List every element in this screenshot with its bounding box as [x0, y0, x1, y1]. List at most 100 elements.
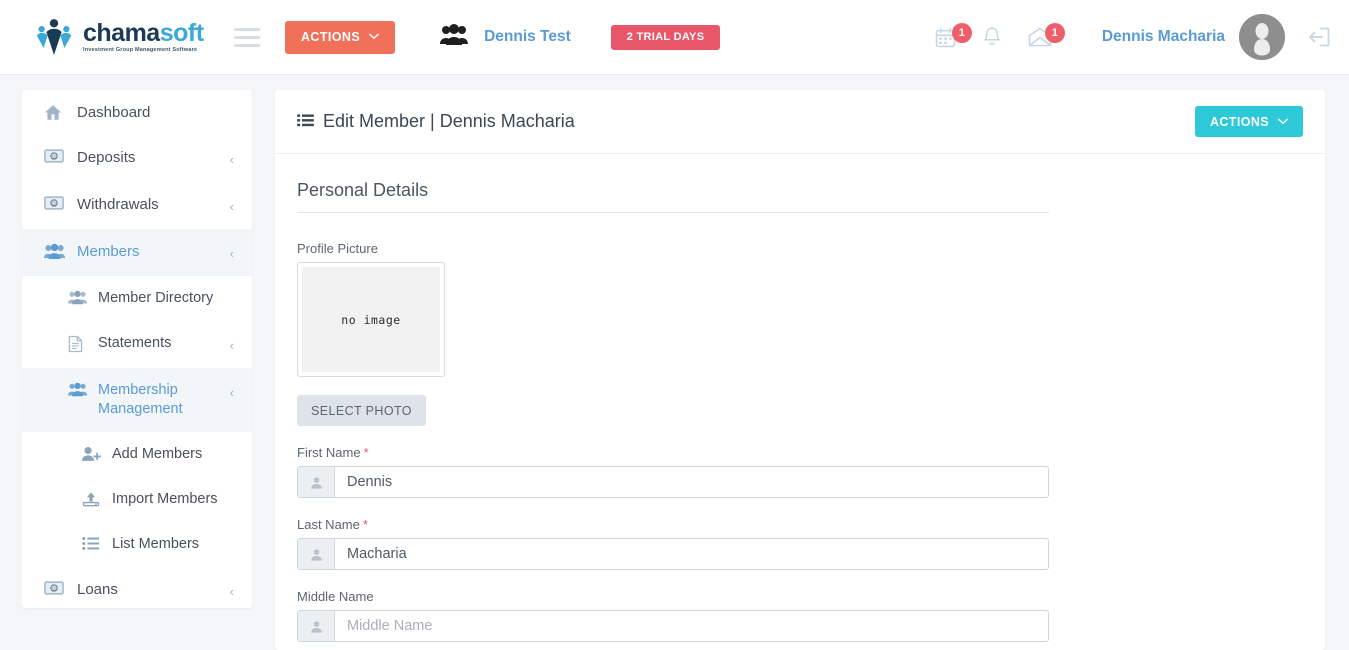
hamburger-bar [234, 27, 260, 31]
first-name-input[interactable] [334, 466, 1049, 498]
sidebar-item-loans[interactable]: 0 Loans ‹ [22, 567, 252, 608]
header-right-tools: 1 1 Dennis Macharia [909, 14, 1331, 60]
chevron-down-icon [1278, 117, 1288, 127]
main-content-panel: Edit Member | Dennis Macharia ACTIONS Pe… [275, 90, 1325, 650]
select-photo-button[interactable]: SELECT PHOTO [297, 395, 426, 426]
field-group-first-name: First Name * [297, 445, 1325, 498]
chamasoft-logo-icon [32, 15, 76, 59]
user-icon [297, 466, 334, 498]
current-group[interactable]: Dennis Test [440, 23, 571, 51]
users-icon [68, 290, 88, 305]
svg-text:0: 0 [52, 587, 56, 593]
last-name-label-text: Last Name [297, 517, 360, 532]
hamburger-bar [234, 35, 260, 39]
chevron-left-icon: ‹ [229, 385, 234, 400]
user-add-icon [82, 446, 102, 462]
sidebar-item-label: Loans [77, 581, 118, 598]
sidebar-item-import-members[interactable]: Import Members [22, 477, 252, 522]
envelope-icon[interactable]: 1 [1028, 23, 1065, 47]
sidebar-item-member-directory[interactable]: Member Directory [22, 276, 252, 321]
first-name-label: First Name * [297, 445, 1325, 460]
sidebar-item-dashboard[interactable]: Dashboard [22, 90, 252, 135]
calendar-badge-count: 1 [951, 22, 972, 43]
group-users-icon [440, 23, 469, 51]
profile-picture-preview: no image [297, 262, 445, 377]
middle-name-label: Middle Name [297, 589, 1325, 604]
sidebar-item-label: Deposits [77, 149, 136, 166]
content-actions-button[interactable]: ACTIONS [1194, 106, 1303, 137]
middle-name-input[interactable] [334, 610, 1049, 642]
logo-wordmark: chamasoft Investment Group Management So… [83, 18, 204, 54]
page-title-text: Edit Member | Dennis Macharia [323, 111, 575, 131]
middle-name-label-text: Middle Name [297, 589, 374, 604]
chevron-left-icon: ‹ [229, 584, 234, 599]
sidebar-item-label: Statements [98, 335, 172, 351]
field-group-last-name: Last Name * [297, 517, 1325, 570]
logo-word-soft: soft [159, 18, 204, 47]
sidebar-item-label: Add Members [112, 446, 203, 462]
hamburger-bar [234, 43, 260, 47]
sidebar-item-members[interactable]: Members ‹ [22, 229, 252, 276]
sidebar-item-label: Members [77, 243, 140, 260]
document-icon [68, 335, 88, 353]
user-icon [297, 610, 334, 642]
sidebar-item-withdrawals[interactable]: 0 Withdrawals ‹ [22, 182, 252, 229]
required-marker: * [362, 517, 368, 532]
sidebar-item-label: Member Directory [98, 290, 214, 306]
header-actions-label: ACTIONS [301, 30, 361, 44]
user-name-label[interactable]: Dennis Macharia [1102, 28, 1225, 46]
sidebar-item-add-members[interactable]: Add Members [22, 432, 252, 477]
sidebar-item-membership-management[interactable]: Membership Management ‹ [22, 368, 252, 432]
list-icon [297, 111, 314, 132]
sidebar-item-statements[interactable]: Statements ‹ [22, 321, 252, 368]
trial-days-label: 2 TRIAL DAYS [626, 31, 705, 43]
logo-word-chama: chama [83, 18, 160, 47]
app-logo[interactable]: chamasoft Investment Group Management So… [32, 15, 212, 59]
last-name-input-row [297, 538, 1049, 570]
required-marker: * [363, 445, 369, 460]
content-actions-label: ACTIONS [1209, 114, 1269, 129]
header-actions-button[interactable]: ACTIONS [285, 20, 396, 54]
last-name-label: Last Name * [297, 517, 1325, 532]
logo-tagline: Investment Group Management Software [83, 46, 198, 53]
avatar[interactable] [1239, 14, 1285, 60]
users-icon [44, 243, 66, 260]
sidebar-item-label: List Members [112, 536, 200, 552]
field-group-middle-name: Middle Name [297, 589, 1325, 642]
profile-picture-placeholder: no image [302, 267, 440, 372]
last-name-input[interactable] [334, 538, 1049, 570]
upload-icon [82, 491, 102, 507]
page-title: Edit Member | Dennis Macharia [297, 111, 575, 132]
sidebar-item-deposits[interactable]: 0 Deposits ‹ [22, 135, 252, 182]
chevron-down-icon [369, 32, 379, 42]
member-form: Personal Details Profile Picture no imag… [275, 154, 1325, 642]
sidebar-item-list-members[interactable]: List Members [22, 522, 252, 567]
bell-icon[interactable] [982, 26, 1002, 48]
trial-days-badge[interactable]: 2 TRIAL DAYS [610, 24, 721, 50]
middle-name-input-row [297, 610, 1049, 642]
money-icon: 0 [44, 581, 66, 595]
money-icon: 0 [44, 149, 66, 163]
profile-picture-label: Profile Picture [297, 241, 378, 256]
chevron-left-icon: ‹ [229, 338, 234, 353]
chevron-left-icon: ‹ [229, 246, 234, 261]
mail-badge-count: 1 [1044, 23, 1065, 43]
list-icon [82, 536, 102, 551]
users-icon [68, 382, 88, 397]
sidebar-item-label: Dashboard [77, 104, 151, 121]
sidebar-item-label: Withdrawals [77, 196, 159, 213]
first-name-input-row [297, 466, 1049, 498]
calendar-icon[interactable]: 1 [935, 22, 972, 48]
chevron-left-icon: ‹ [229, 152, 234, 167]
logout-icon[interactable] [1307, 26, 1331, 48]
first-name-label-text: First Name [297, 445, 361, 460]
section-title: Personal Details [297, 180, 1049, 213]
top-header-bar: chamasoft Investment Group Management So… [0, 0, 1349, 75]
money-icon: 0 [44, 196, 66, 210]
sidebar-item-label: Membership Management [98, 382, 183, 417]
hamburger-menu-icon[interactable] [234, 27, 260, 47]
group-name-label: Dennis Test [484, 28, 571, 45]
svg-text:0: 0 [52, 202, 56, 208]
sidebar-item-label: Import Members [112, 491, 218, 507]
sidebar-nav: Dashboard 0 Deposits ‹ 0 Withdrawals ‹ M… [22, 90, 252, 608]
